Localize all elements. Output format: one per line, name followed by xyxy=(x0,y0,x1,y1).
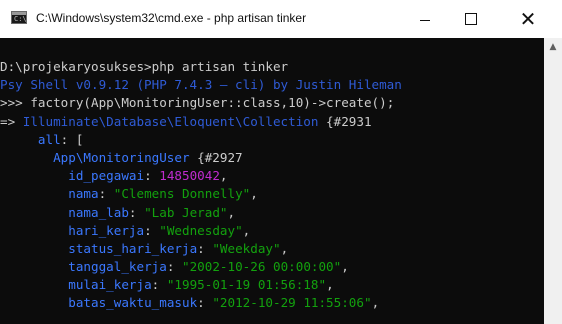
all-open: : [ xyxy=(60,131,84,147)
field-key: batas_waktu_masuk xyxy=(68,295,198,311)
result-class: Illuminate\Database\Eloquent\Collection xyxy=(22,113,319,129)
field-value-string: "Clemens Donnelly" xyxy=(113,186,251,202)
window-title: C:\Windows\system32\cmd.exe - php artisa… xyxy=(36,11,307,25)
close-icon: ✕ xyxy=(519,7,537,31)
input-text: factory(App\MonitoringUser::class,10)->c… xyxy=(30,95,395,111)
field-line: mulai_kerja: "1995-01-19 01:56:18", xyxy=(68,277,334,293)
maximize-icon xyxy=(465,13,477,25)
psysh-banner: Psy Shell v0.9.12 (PHP 7.4.3 — cli) by J… xyxy=(0,76,544,94)
field-line: hari_kerja: "Wednesday", xyxy=(68,222,251,238)
result-arrow: => xyxy=(0,113,23,129)
field-key: nama xyxy=(68,186,99,202)
scroll-up-button[interactable]: ▲ xyxy=(544,38,562,56)
result-id: {#2931 xyxy=(318,113,372,129)
result-line: => Illuminate\Database\Eloquent\Collecti… xyxy=(0,113,544,131)
field-key: nama_lab xyxy=(68,204,129,220)
field-line: batas_waktu_masuk: "2012-10-29 11:55:06"… xyxy=(68,295,380,311)
field-line: nama_lab: "Lab Jerad", xyxy=(68,204,236,220)
model-class: App\MonitoringUser xyxy=(53,149,190,165)
input-line: >>> factory(App\MonitoringUser::class,10… xyxy=(0,94,544,112)
field-line: status_hari_kerja: "Weekday", xyxy=(68,240,289,256)
field-line: id_pegawai: 14850042, xyxy=(68,168,228,184)
all-key: all xyxy=(37,131,61,147)
minimize-button[interactable] xyxy=(402,0,448,38)
field-value-string: "1995-01-19 01:56:18" xyxy=(166,277,327,293)
field-key: mulai_kerja xyxy=(68,277,152,293)
vertical-scrollbar[interactable]: ▲ xyxy=(544,38,562,324)
field-value-string: "2002-10-26 00:00:00" xyxy=(182,259,342,275)
field-value-string: "Lab Jerad" xyxy=(144,204,228,220)
cmd-icon[interactable]: C:\ xyxy=(11,11,27,24)
model-line: App\MonitoringUser {#2927 xyxy=(0,149,544,167)
command-prompt-line: D:\projekaryosukses>php artisan tinker xyxy=(0,58,544,76)
minimize-icon xyxy=(420,19,430,21)
close-button[interactable]: ✕ xyxy=(494,0,562,38)
field-value-number: 14850042 xyxy=(159,168,220,184)
field-line: tanggal_kerja: "2002-10-26 00:00:00", xyxy=(68,259,349,275)
model-id: {#2927 xyxy=(189,149,243,165)
field-key: hari_kerja xyxy=(68,222,145,238)
console-output[interactable]: D:\projekaryosukses>php artisan tinker P… xyxy=(0,38,544,324)
input-prefix: >>> xyxy=(0,95,31,111)
prompt-text: D:\projekaryosukses>php artisan tinker xyxy=(0,59,289,74)
field-value-string: "Weekday" xyxy=(212,240,281,256)
banner-text: Psy Shell v0.9.12 (PHP 7.4.3 — cli) by J… xyxy=(0,77,402,93)
field-key: id_pegawai xyxy=(68,168,145,184)
field-key: status_hari_kerja xyxy=(68,240,198,256)
maximize-button[interactable] xyxy=(448,0,494,38)
all-line: all: [ xyxy=(0,131,544,149)
field-line: nama: "Clemens Donnelly", xyxy=(68,186,258,202)
field-key: tanggal_kerja xyxy=(68,259,167,275)
chevron-up-icon: ▲ xyxy=(549,42,557,52)
field-value-string: "2012-10-29 11:55:06" xyxy=(212,295,372,311)
field-value-string: "Wednesday" xyxy=(159,222,243,238)
title-bar[interactable]: C:\ C:\Windows\system32\cmd.exe - php ar… xyxy=(0,0,562,38)
